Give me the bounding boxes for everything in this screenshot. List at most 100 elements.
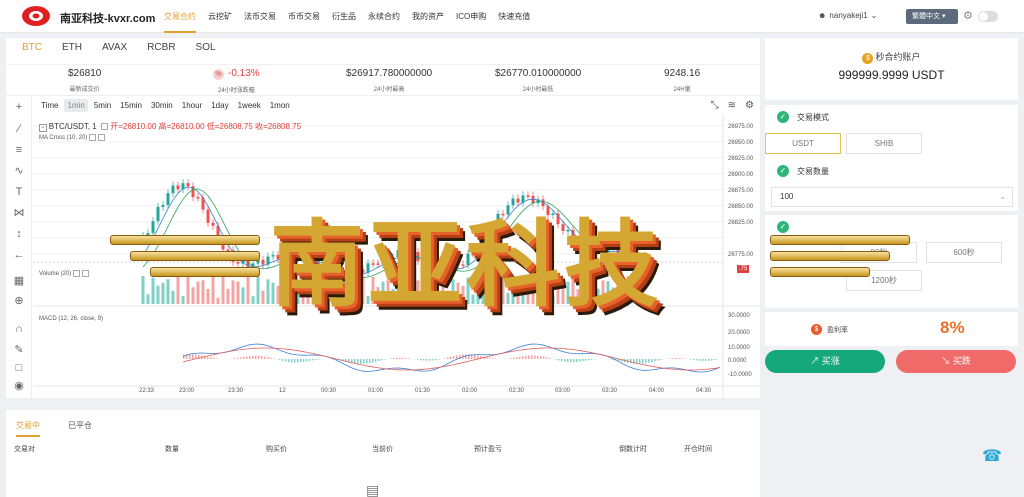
time-tick: 22:33 (139, 388, 155, 394)
tf-1week[interactable]: 1week (235, 99, 264, 112)
lock-icon[interactable]: □ (12, 361, 26, 375)
tf-30min[interactable]: 30min (148, 99, 176, 112)
logo-icon[interactable] (21, 5, 51, 27)
coin-tabs: BTC ETH AVAX RCBR SOL (22, 42, 216, 53)
macd-hist-bar (243, 356, 245, 359)
indicators-icon[interactable]: ≋ (728, 100, 736, 111)
tab-closed-orders[interactable]: 已平仓 (68, 420, 92, 437)
nav-mining[interactable]: 云挖矿 (208, 0, 232, 33)
crosshair-icon[interactable]: + (12, 100, 26, 114)
macd-hist-bar (660, 359, 662, 360)
arrow-left-icon[interactable]: ← (12, 248, 26, 262)
time-tick: 03:30 (602, 388, 618, 394)
nav-perpetual[interactable]: 永续合约 (368, 0, 400, 33)
macd-hist-bar (564, 359, 566, 362)
fib-icon[interactable]: ≡ (12, 143, 26, 157)
legend-ma-close[interactable] (98, 134, 106, 141)
macd-hist-bar (297, 359, 299, 363)
brush-icon[interactable]: ∿ (12, 164, 26, 178)
coin-tab-btc[interactable]: BTC (22, 42, 42, 53)
percent-icon: % (213, 69, 224, 80)
col-current-price: 当前价 (372, 446, 393, 453)
tf-15min[interactable]: 15min (117, 99, 145, 112)
candle-body (171, 185, 175, 194)
settings-gear-icon[interactable]: ⚙ (963, 9, 973, 22)
macd-hist-bar (531, 355, 533, 359)
macd-hist-bar (588, 359, 590, 361)
trade-qty-title: ✓ 交易数量 (777, 165, 829, 177)
macd-hist-bar (354, 359, 356, 364)
buy-down-button[interactable]: ↘ 买跌 (896, 350, 1016, 373)
customer-support-icon[interactable]: ☎ (982, 446, 1004, 468)
trend-line-icon[interactable]: ∕ (12, 122, 26, 136)
buy-up-button[interactable]: ↗ 买涨 (765, 350, 885, 373)
nav-assets[interactable]: 我的资产 (412, 0, 444, 33)
tf-time[interactable]: Time (38, 99, 61, 112)
eye-icon[interactable]: ◉ (12, 379, 26, 393)
macd-hist-bar (303, 359, 305, 362)
macd-hist-bar (702, 359, 704, 361)
mode-shib-button[interactable]: SHIB (846, 133, 922, 154)
price-tick: 26875.00 (728, 188, 754, 194)
nav-contract[interactable]: 交易合约 (164, 0, 196, 33)
macd-hist-bar (576, 359, 578, 362)
nav-derivatives[interactable]: 衍生品 (332, 0, 356, 33)
mode-usdt-button[interactable]: USDT (765, 133, 841, 154)
tf-1min[interactable]: 1min (64, 99, 88, 112)
nav-fiat[interactable]: 法币交易 (244, 0, 276, 33)
price-tick: 26950.00 (728, 140, 754, 146)
text-icon[interactable]: T (12, 185, 26, 199)
empty-list-icon: ▤ (366, 482, 380, 497)
collapse-icon[interactable]: − (39, 124, 47, 132)
yield-card: $ 盈利率 8% (765, 312, 1018, 346)
edit-lock-icon[interactable]: ✎ (12, 343, 26, 357)
user-menu[interactable]: ☻ nanyakeji1 ⌄ (818, 11, 877, 20)
pattern-icon[interactable]: ⋈ (12, 206, 26, 220)
tf-1day[interactable]: 1day (208, 99, 231, 112)
tab-open-orders[interactable]: 交易中 (16, 420, 40, 437)
legend-toggle[interactable] (101, 123, 108, 131)
legend-volume-toggle[interactable] (73, 270, 81, 277)
macd-hist-bar (252, 355, 254, 359)
macd-hist-bar (549, 358, 551, 359)
nav-ico[interactable]: ICO申购 (456, 0, 486, 33)
coin-tab-rcbr[interactable]: RCBR (147, 42, 175, 53)
tf-1hour[interactable]: 1hour (179, 99, 205, 112)
tf-1mon[interactable]: 1mon (267, 99, 293, 112)
col-pair: 交易对 (14, 446, 35, 453)
measure-icon[interactable]: ▦ (12, 274, 26, 288)
stat-last-price: $26810 最新成交价 (68, 68, 101, 93)
macd-hist-bar (402, 357, 404, 359)
macd-hist-bar (570, 359, 572, 363)
nav-deposit[interactable]: 快速充值 (498, 0, 530, 33)
magnet-icon[interactable]: ∩ (12, 322, 26, 336)
language-select[interactable]: 繁體中文 ▾ (906, 9, 958, 24)
coin-tab-sol[interactable]: SOL (196, 42, 216, 53)
legend-volume-close[interactable] (82, 270, 90, 277)
macd-hist-bar (270, 357, 272, 359)
macd-tick: 30.0000 (728, 313, 750, 319)
chart-settings-gear-icon[interactable]: ⚙ (745, 100, 754, 111)
macd-hist-bar (279, 359, 281, 361)
price-tick: 26900.00 (728, 172, 754, 178)
macd-hist-bar (456, 355, 458, 359)
legend-ma-toggle[interactable] (89, 134, 97, 141)
coin-tab-avax[interactable]: AVAX (102, 42, 127, 53)
theme-toggle[interactable] (978, 11, 998, 22)
macd-hist-bar (477, 355, 479, 359)
nav-spot[interactable]: 币币交易 (288, 0, 320, 33)
watermark-stripe (770, 251, 890, 261)
macd-hist-bar (450, 356, 452, 359)
macd-hist-bar (651, 359, 653, 363)
zoom-in-icon[interactable]: ⊕ (12, 294, 26, 308)
coin-tab-eth[interactable]: ETH (62, 42, 82, 53)
ruler-icon[interactable]: ↕ (12, 227, 26, 241)
fullscreen-icon[interactable]: ⤡ (711, 100, 719, 111)
macd-hist-bar (447, 357, 449, 359)
orders-tabs: 交易中 已平仓 (16, 420, 92, 437)
macd-hist-bar (393, 357, 395, 359)
tf-5min[interactable]: 5min (91, 99, 114, 112)
duration-600-button[interactable]: 600秒 (926, 242, 1002, 263)
site-name[interactable]: 南亚科技-kvxr.com (60, 10, 155, 26)
col-buy-price: 购买价 (266, 446, 287, 453)
